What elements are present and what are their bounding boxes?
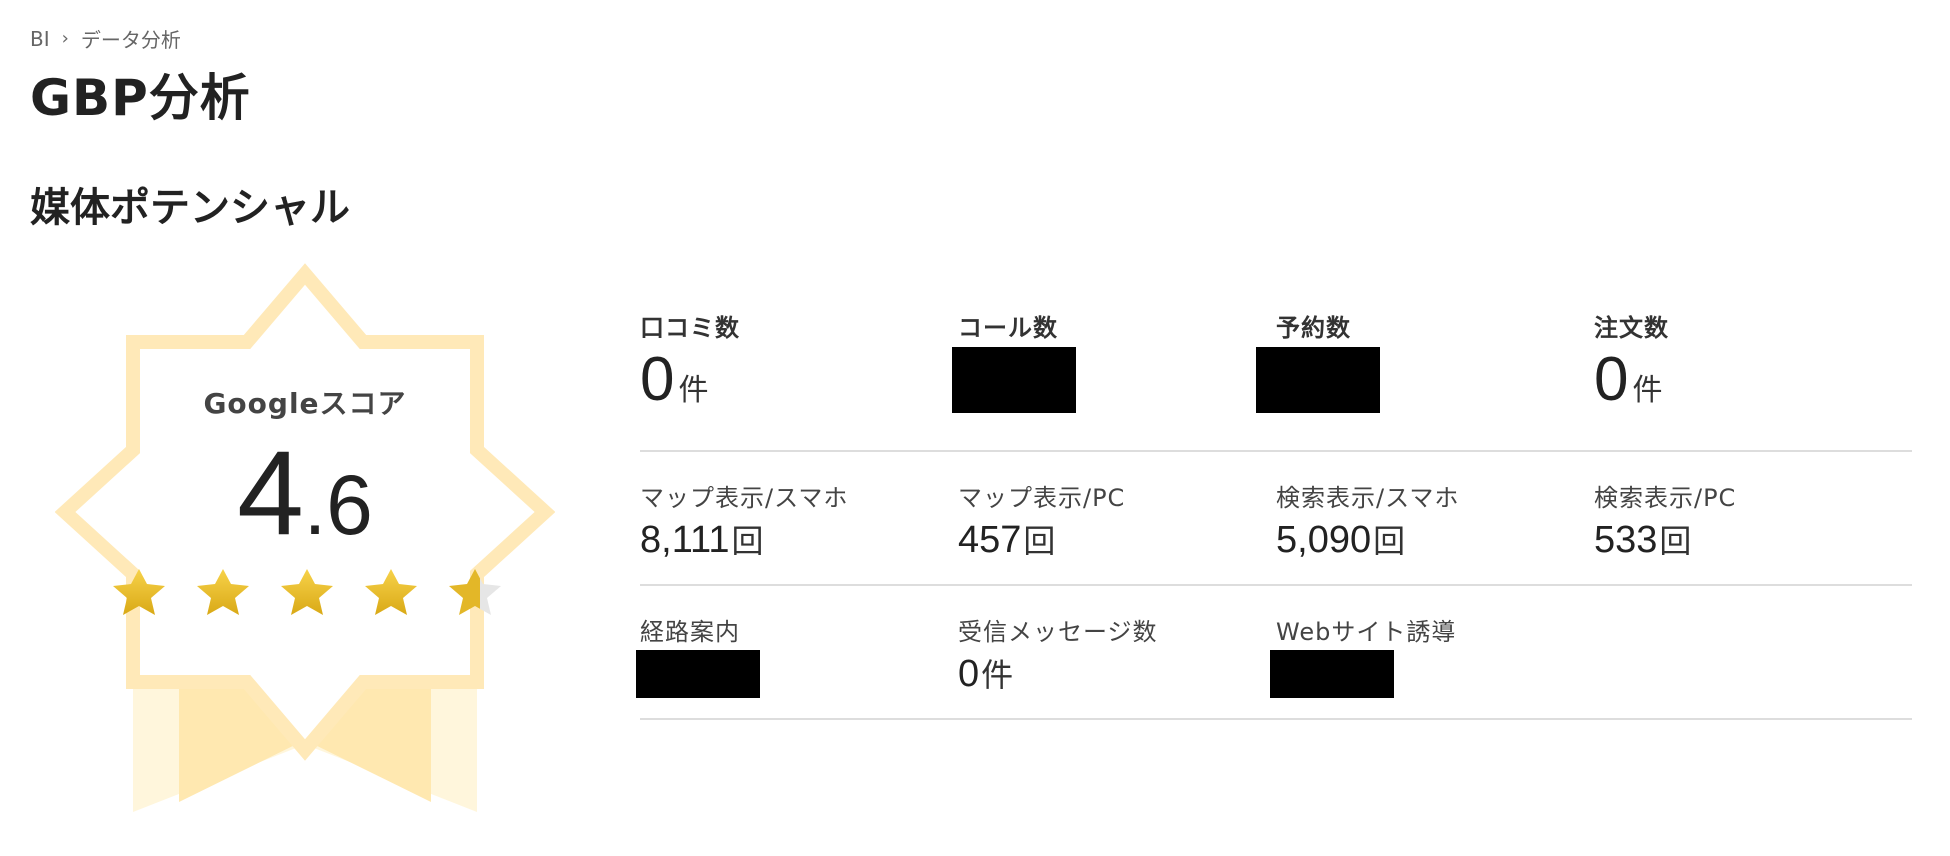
metric-search-views-mobile: 検索表示/スマホ 5,090回 (1276, 452, 1594, 584)
redacted-value (1270, 650, 1394, 698)
metric-label: Webサイト誘導 (1276, 618, 1457, 646)
metric-label: 受信メッセージ数 (958, 618, 1158, 646)
breadcrumb-root-link[interactable]: BI (30, 27, 50, 51)
metric-value: 0件 (958, 653, 1014, 695)
metrics-row: 経路案内 受信メッセージ数 0件 Webサイト誘導 (636, 586, 1912, 720)
metric-directions: 経路案内 (636, 586, 958, 718)
metric-label: マップ表示/スマホ (640, 484, 849, 512)
metric-label: 検索表示/スマホ (1276, 484, 1460, 512)
score-integer: 4 (237, 426, 304, 560)
metric-label: 口コミ数 (640, 314, 740, 342)
metric-value: 457回 (958, 519, 1056, 561)
metric-website-clicks: Webサイト誘導 (1270, 586, 1594, 718)
score-label: Googleスコア (203, 387, 407, 420)
metric-label: マップ表示/PC (958, 484, 1126, 512)
metric-label: 注文数 (1594, 314, 1669, 342)
score-decimal: 6 (326, 458, 373, 552)
score-value: 4.6 (55, 424, 555, 562)
metric-value: 533回 (1594, 519, 1692, 561)
section-title: 媒体ポテンシャル (30, 185, 350, 231)
metric-orders: 注文数 0件 (1594, 300, 1912, 450)
metric-value: 8,111回 (640, 519, 764, 561)
metrics-grid: 口コミ数 0件 コール数 予約数 注文数 0件 マップ表示/スマホ 8,111回… (636, 300, 1912, 720)
metric-label: コール数 (958, 314, 1058, 342)
page-title: GBP分析 (30, 69, 251, 127)
metrics-row: マップ表示/スマホ 8,111回 マップ表示/PC 457回 検索表示/スマホ … (640, 452, 1912, 586)
metric-calls: コール数 (952, 300, 1276, 450)
redacted-value (636, 650, 760, 698)
metrics-row: 口コミ数 0件 コール数 予約数 注文数 0件 (640, 300, 1912, 452)
metric-reservations: 予約数 (1256, 300, 1594, 450)
breadcrumb: BI › データ分析 (30, 24, 181, 53)
metric-reviews: 口コミ数 0件 (640, 300, 958, 450)
metric-map-views-mobile: マップ表示/スマホ 8,111回 (640, 452, 958, 584)
chevron-right-icon: › (61, 28, 69, 49)
metric-map-views-pc: マップ表示/PC 457回 (958, 452, 1276, 584)
metric-label: 予約数 (1276, 314, 1351, 342)
metric-value: 5,090回 (1276, 519, 1406, 561)
redacted-value (952, 347, 1076, 413)
metric-messages: 受信メッセージ数 0件 (958, 586, 1276, 718)
metric-search-views-pc: 検索表示/PC 533回 (1594, 452, 1912, 584)
metric-label: 検索表示/PC (1594, 484, 1737, 512)
metric-label: 経路案内 (640, 618, 740, 646)
metric-value: 0件 (640, 345, 709, 414)
score-dot: . (303, 462, 327, 551)
google-score-badge: Googleスコア 4.6 (55, 262, 555, 822)
metric-value: 0件 (1594, 345, 1663, 414)
redacted-value (1256, 347, 1380, 413)
breadcrumb-current: データ分析 (80, 28, 181, 52)
